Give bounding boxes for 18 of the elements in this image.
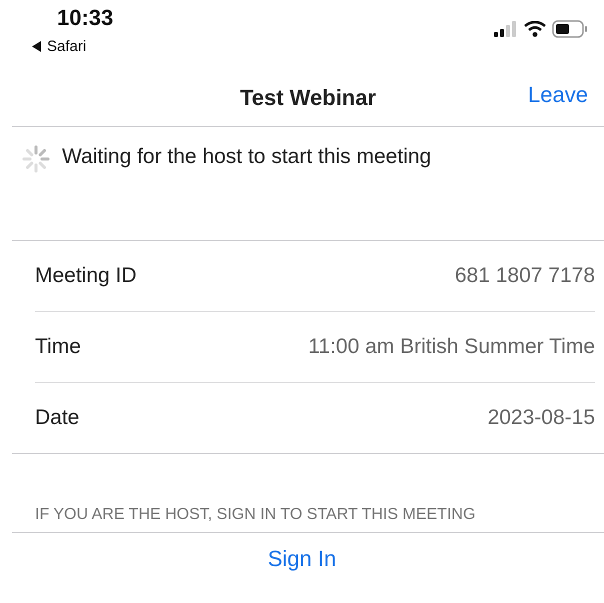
detail-label: Time <box>35 335 81 359</box>
host-sign-in-note: IF YOU ARE THE HOST, SIGN IN TO START THIS MEETING <box>12 454 604 533</box>
status-time: 10:33 <box>57 5 114 31</box>
leave-button[interactable]: Leave <box>528 82 588 108</box>
detail-value: 681 1807 7178 <box>454 264 595 288</box>
sign-in-button[interactable]: Sign In <box>262 545 342 573</box>
detail-label: Meeting ID <box>35 264 137 288</box>
battery-icon <box>552 20 588 38</box>
back-triangle-icon <box>32 41 42 52</box>
back-to-app-link[interactable]: Safari <box>32 38 86 55</box>
signal-icon <box>494 21 518 37</box>
detail-value: 11:00 am British Summer Time <box>308 335 595 359</box>
waiting-message: Waiting for the host to start this meeting <box>62 145 432 169</box>
wifi-icon <box>524 21 546 37</box>
detail-value: 2023-08-15 <box>488 406 595 430</box>
loading-spinner-icon <box>22 145 50 173</box>
detail-label: Date <box>35 406 80 430</box>
meeting-title: Test Webinar <box>240 85 376 111</box>
